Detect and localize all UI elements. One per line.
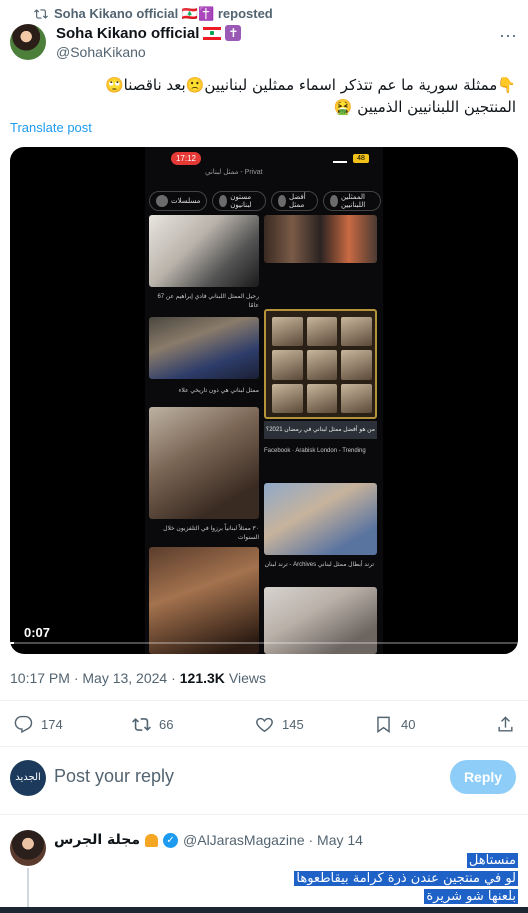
views-label: Views	[228, 670, 267, 686]
divider	[0, 700, 528, 701]
comment-line: بلعنها شو شريرة	[424, 889, 518, 904]
reply-composer: الجديد Post your reply Reply	[0, 752, 528, 804]
action-bar: 174 66 145 40	[0, 703, 528, 743]
share-action[interactable]	[496, 715, 515, 734]
video-search-text: ممثل لبناني - Privat	[205, 169, 263, 176]
author-name[interactable]: Soha Kikano official	[56, 25, 199, 42]
more-options-icon[interactable]: ···	[498, 26, 518, 50]
post-text-line: المنتجين اللبنانيين الذميين 🤮	[333, 98, 516, 116]
reply-count: 174	[41, 717, 63, 732]
video-image-tile	[149, 407, 259, 519]
comment-handle[interactable]: @AlJarasMagazine · May 14	[183, 832, 363, 848]
repost-icon	[34, 9, 48, 19]
video-phone-screen: 17:12 48 ممثل لبناني - Privat مسلسلات مس…	[145, 147, 383, 654]
video-image-tile	[264, 215, 377, 263]
video-image-tile	[264, 483, 377, 555]
video-image-tile	[149, 215, 259, 287]
video-caption: ترند أبطال ممثل لبناني Archives - ترند ل…	[264, 562, 374, 568]
bookmark-count: 40	[401, 717, 416, 732]
author-handle[interactable]: @SohaKikano	[56, 44, 241, 60]
share-icon	[498, 716, 513, 732]
repost-indicator[interactable]: Soha Kikano official 🇱🇧✝️ reposted	[34, 6, 273, 22]
comment-line: منستاهل	[466, 853, 518, 868]
divider	[0, 814, 528, 815]
heart-icon	[256, 717, 273, 733]
post-author[interactable]: Soha Kikano official ✝ @SohaKikano	[10, 24, 242, 60]
video-caption: رحيل الممثل اللبناني فادي إبراهيم عن 67 …	[157, 294, 259, 309]
video-caption: ٣٠ ممثلاً لبنانياً برزوا في التلفزيون خل…	[163, 526, 259, 541]
reply-comment[interactable]: مجلة الجرس ✓ @AlJarasMagazine · May 14 م…	[0, 820, 528, 913]
video-image-tile	[149, 547, 259, 654]
comment-author-name[interactable]: مجلة الجرس	[54, 832, 140, 848]
video-chip: مسلسلات	[149, 191, 208, 211]
comment-text: منستاهل لو في منتجين عندن ذرة كرامة بيقا…	[294, 852, 518, 906]
video-chip: مستون لبنانيون	[212, 191, 267, 211]
translate-post-link[interactable]: Translate post	[10, 120, 92, 135]
video-caption: ممثل لبناني هي ذون تاريخي علاء	[178, 388, 259, 394]
bookmark-action[interactable]: 40	[374, 715, 415, 734]
author-avatar[interactable]	[10, 24, 46, 60]
reply-button[interactable]: Reply	[450, 760, 516, 794]
repost-text: Soha Kikano official 🇱🇧✝️ reposted	[54, 6, 273, 21]
like-count: 145	[282, 717, 304, 732]
post-meta: 10:17 PM · May 13, 2024 · 121.3K Views	[10, 670, 266, 686]
comment-line: لو في منتجين عندن ذرة كرامة بيقاطعوها	[294, 871, 518, 886]
video-progress-bar[interactable]	[10, 642, 518, 644]
chip-thumb-icon	[156, 195, 168, 207]
battery-icon: 48	[353, 154, 369, 163]
verified-badge-icon: ✓	[163, 832, 179, 848]
lebanon-flag-icon	[203, 26, 222, 40]
chip-thumb-icon	[278, 195, 286, 207]
views-count: 121.3K	[179, 670, 225, 686]
video-caption: Facebook · Arabisk London - Trending	[264, 448, 366, 454]
repost-action[interactable]: 66	[132, 715, 173, 734]
video-banner: من هو أفضل ممثل لبناني في رمضان 2021؟	[264, 421, 377, 439]
repost-count: 66	[159, 717, 174, 732]
reply-icon	[14, 715, 33, 734]
video-status-time: 17:12	[171, 152, 201, 165]
video-player[interactable]: 17:12 48 ممثل لبناني - Privat مسلسلات مس…	[10, 147, 518, 654]
chip-thumb-icon	[330, 195, 338, 207]
reply-avatar[interactable]: الجديد	[10, 760, 46, 796]
video-image-grid	[264, 309, 377, 419]
chip-thumb-icon	[219, 195, 228, 207]
video-chip: أفضل ممثل	[271, 191, 319, 211]
bell-icon	[145, 833, 159, 847]
video-chip-row: مسلسلات مستون لبنانيون أفضل ممثل الممثلي…	[149, 191, 381, 215]
post-timestamp[interactable]: 10:17 PM · May 13, 2024 ·	[10, 670, 176, 686]
divider	[0, 746, 528, 747]
reply-action[interactable]: 174	[14, 715, 63, 734]
video-chip: الممثلين اللبنانيين	[323, 191, 381, 211]
post-text: 👇ممثلة سورية ما عم تتذكر اسماء ممثلين لب…	[16, 74, 516, 118]
video-image-tile	[149, 317, 259, 379]
reply-input[interactable]: Post your reply	[54, 766, 174, 787]
comment-avatar[interactable]	[10, 830, 46, 866]
post-text-line: 👇ممثلة سورية ما عم تتذكر اسماء ممثلين لب…	[104, 76, 516, 94]
repost-icon	[132, 718, 151, 731]
bookmark-icon	[377, 716, 390, 734]
cross-icon: ✝	[225, 25, 242, 41]
video-timecode: 0:07	[24, 625, 51, 640]
like-action[interactable]: 145	[255, 715, 304, 734]
signal-icon	[333, 154, 347, 163]
bottom-bar	[0, 907, 528, 913]
